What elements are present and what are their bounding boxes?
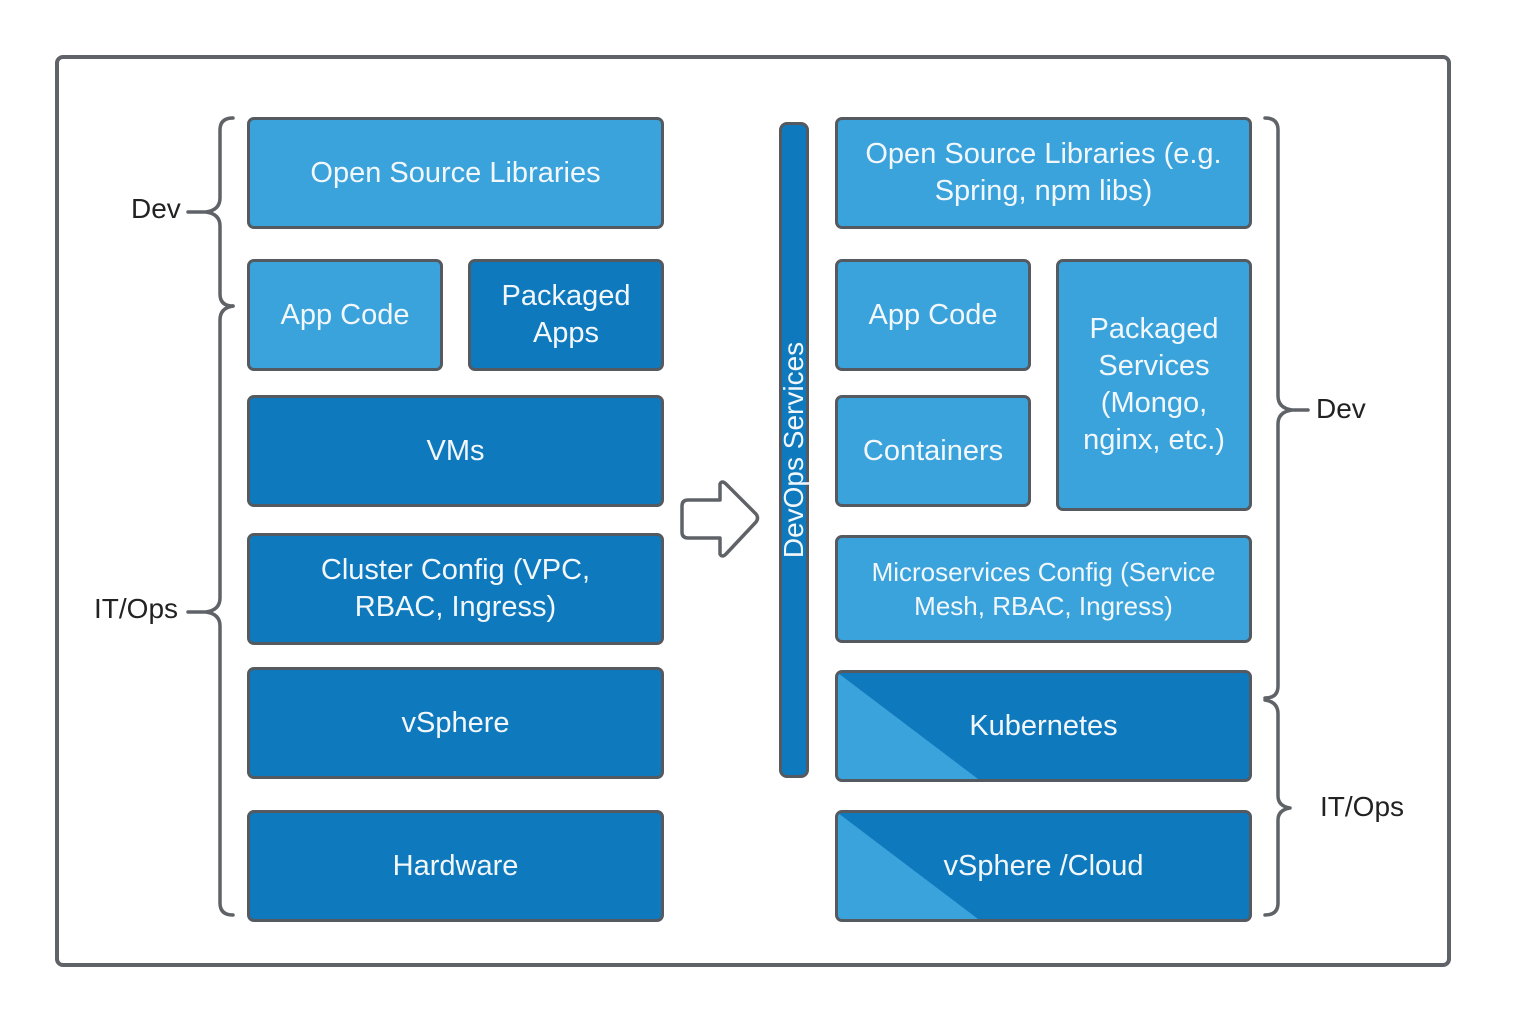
right-vsphere-cloud: vSphere /Cloud	[835, 810, 1252, 922]
right-dev-brace	[1263, 116, 1310, 700]
right-app-code-label: App Code	[868, 298, 998, 331]
right-containers-label: Containers	[862, 434, 1004, 467]
right-microservices-config-label: Microservices Config (Service Mesh, RBAC…	[871, 557, 1216, 621]
right-arrow-icon	[680, 480, 760, 558]
left-hardware-label: Hardware	[392, 849, 519, 882]
right-vsphere-cloud-label: vSphere /Cloud	[943, 849, 1144, 882]
left-vsphere-label: vSphere	[401, 706, 510, 739]
left-packaged-apps-label: Packaged Apps	[501, 280, 631, 349]
right-open-source-libraries-label: Open Source Libraries (e.g. Spring, npm …	[865, 138, 1222, 207]
connectors-layer	[186, 116, 1310, 917]
left-vms-label: VMs	[426, 434, 485, 467]
right-kubernetes: Kubernetes	[835, 670, 1252, 782]
left-app-code-label: App Code	[280, 298, 410, 331]
left-dev-brace	[186, 116, 235, 308]
right-packaged-services-label: Packaged Services (Mongo, nginx, etc.)	[1083, 313, 1225, 456]
left-open-source-libraries-label: Open Source Libraries	[310, 156, 601, 189]
right-itops-brace	[1263, 698, 1292, 917]
left-cluster-config-label: Cluster Config (VPC, RBAC, Ingress)	[320, 554, 591, 623]
right-kubernetes-label: Kubernetes	[969, 709, 1118, 742]
left-itops-brace	[186, 304, 235, 917]
